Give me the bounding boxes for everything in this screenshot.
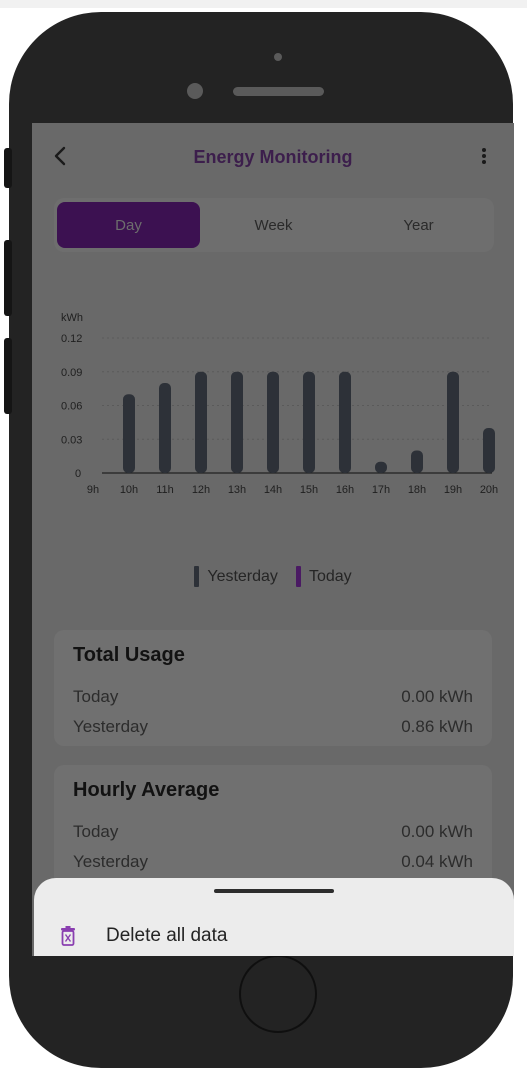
app-header: Energy Monitoring — [32, 123, 514, 193]
bar-yesterday — [267, 371, 279, 473]
tab-day[interactable]: Day — [57, 202, 200, 248]
delete-all-data-label[interactable]: Delete all data — [106, 925, 227, 947]
y-axis-unit-label: kWh — [61, 312, 83, 324]
bar-yesterday — [339, 371, 351, 473]
row-label: Yesterday — [73, 852, 148, 871]
trash-icon[interactable] — [60, 926, 76, 946]
page-title: Energy Monitoring — [193, 147, 353, 167]
bar-yesterday — [303, 371, 315, 473]
y-tick-label: 0.03 — [61, 434, 82, 446]
bar-yesterday — [375, 461, 387, 473]
more-vertical-icon[interactable] — [480, 145, 488, 167]
total-usage-row-today: Today 0.00 kWh — [73, 687, 473, 711]
row-value: 0.86 kWh — [401, 717, 473, 736]
bar-yesterday — [195, 371, 207, 473]
legend-item-today: Today — [295, 566, 352, 587]
speaker-grille — [233, 87, 324, 96]
bar-yesterday — [447, 371, 459, 473]
period-tabs: Day Week Year — [54, 198, 494, 252]
x-tick-label: 13h — [228, 484, 246, 496]
front-camera — [187, 83, 203, 99]
energy-bar-chart: kWh 0 0.03 0.06 0.09 0.12 9h 10h 11h 12h 13h 14h 15h… — [61, 312, 498, 496]
volume-up-button — [4, 240, 12, 316]
volume-down-button — [4, 338, 12, 414]
legend-label-yesterday: Yesterday — [207, 567, 278, 585]
total-usage-title: Total Usage — [73, 644, 185, 666]
legend-label-today: Today — [308, 567, 352, 585]
x-tick-label: 12h — [192, 484, 210, 496]
tab-year[interactable]: Year — [347, 202, 490, 248]
x-tick-label: 9h — [87, 484, 99, 496]
x-tick-label: 10h — [120, 484, 138, 496]
x-tick-label: 19h — [444, 484, 462, 496]
x-tick-label: 17h — [372, 484, 390, 496]
hourly-average-title: Hourly Average — [73, 779, 220, 801]
y-tick-label: 0.06 — [61, 401, 82, 413]
row-label: Yesterday — [73, 717, 148, 736]
row-value: 0.00 kWh — [401, 687, 473, 706]
mute-switch — [4, 148, 12, 188]
hourly-average-row-today: Today 0.00 kWh — [73, 822, 473, 846]
legend-swatch-yesterday — [194, 566, 200, 587]
app-screen: Energy Monitoring Day Week Year kWh 0 0.03… — [32, 123, 514, 956]
y-tick-label: 0 — [75, 468, 81, 480]
chart-legend: Yesterday Today — [32, 566, 514, 587]
row-label: Today — [73, 687, 119, 706]
bar-yesterday — [123, 394, 135, 473]
hourly-average-row-yesterday: Yesterday 0.04 kWh — [73, 852, 473, 876]
legend-item-yesterday: Yesterday — [194, 566, 278, 587]
bar-yesterday — [411, 450, 423, 473]
x-tick-label: 11h — [156, 484, 174, 496]
row-value: 0.04 kWh — [401, 852, 473, 871]
row-value: 0.00 kWh — [401, 822, 473, 841]
sheet-drag-handle[interactable] — [214, 889, 334, 893]
total-usage-card: Total Usage Today 0.00 kWh Yesterday 0.8… — [54, 630, 492, 746]
row-label: Today — [73, 822, 119, 841]
page-top-strip — [0, 0, 527, 8]
x-tick-label: 14h — [264, 484, 282, 496]
total-usage-row-yesterday: Yesterday 0.86 kWh — [73, 717, 473, 741]
bar-yesterday — [231, 371, 243, 473]
x-tick-label: 18h — [408, 484, 426, 496]
bar-yesterday — [159, 383, 171, 473]
x-tick-label: 20h — [480, 484, 498, 496]
legend-swatch-today — [295, 566, 301, 587]
home-button[interactable] — [239, 955, 317, 1033]
bar-yesterday — [483, 428, 495, 473]
tab-week[interactable]: Week — [202, 202, 345, 248]
y-tick-label: 0.12 — [61, 333, 82, 345]
x-tick-label: 15h — [300, 484, 318, 496]
camera-dot — [274, 53, 282, 61]
x-tick-label: 16h — [336, 484, 354, 496]
bottom-sheet: Delete all data — [34, 878, 514, 956]
y-tick-label: 0.09 — [61, 367, 82, 379]
